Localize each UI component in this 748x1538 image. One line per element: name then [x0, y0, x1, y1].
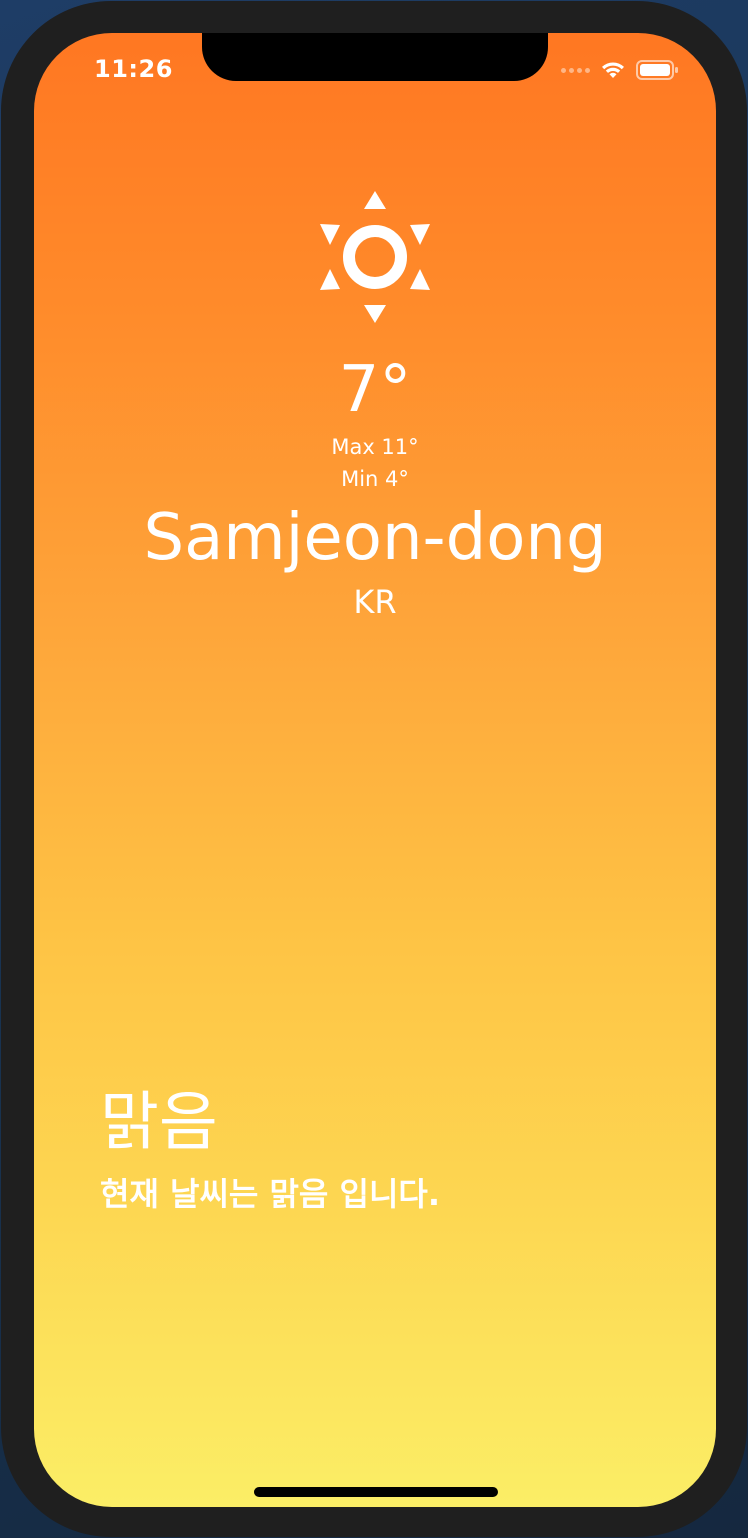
status-indicators [561, 59, 680, 81]
city-name: Samjeon-dong [143, 501, 607, 575]
weather-screen: 11:26 7° Max 11° Min 4° Samjeon-dong KR … [34, 33, 716, 1507]
max-temperature: Max 11° [331, 435, 419, 459]
country-code: KR [353, 583, 397, 621]
wifi-icon [602, 62, 624, 78]
weather-description: 현재 날씨는 맑음 입니다. [100, 1175, 440, 1213]
cellular-signal-icon [561, 67, 590, 73]
device-notch [202, 33, 548, 81]
status-time: 11:26 [94, 55, 173, 83]
home-indicator[interactable] [254, 1487, 498, 1497]
sun-icon [320, 191, 430, 323]
battery-icon [636, 60, 678, 80]
min-temperature: Min 4° [341, 467, 409, 491]
phone-frame: 11:26 7° Max 11° Min 4° Samjeon-dong KR … [1, 1, 747, 1537]
current-temperature: 7° [338, 353, 412, 427]
weather-condition: 맑음 [100, 1086, 218, 1160]
